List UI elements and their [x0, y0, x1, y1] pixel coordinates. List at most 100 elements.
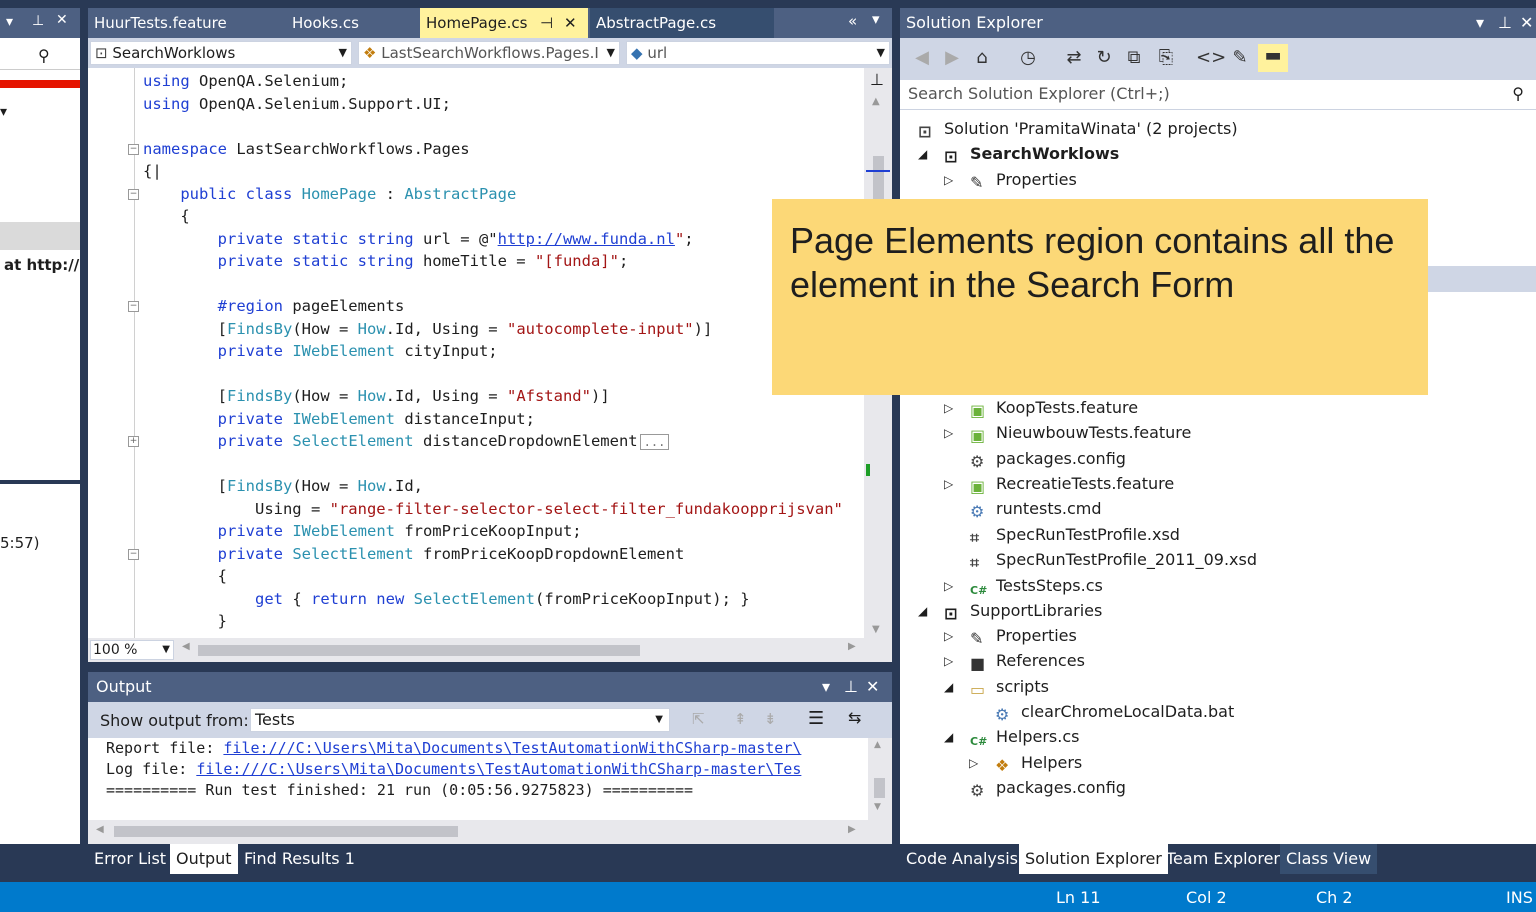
- scroll-thumb[interactable]: [874, 778, 885, 798]
- tab-team-explorer[interactable]: Team Explorer: [1160, 844, 1286, 874]
- member-combo[interactable]: ◆ url ▼: [626, 41, 890, 65]
- tree-node[interactable]: ⚙ runtests.cmd: [970, 496, 1102, 521]
- expanded-arrow-icon[interactable]: ◢: [944, 680, 953, 694]
- pin-icon[interactable]: ⊥: [1498, 8, 1512, 38]
- scroll-right-icon[interactable]: ▶: [848, 824, 856, 835]
- expanded-arrow-icon[interactable]: ◢: [918, 604, 927, 618]
- scroll-down-icon[interactable]: ▼: [872, 624, 880, 635]
- collapsed-arrow-icon[interactable]: ▷: [944, 629, 953, 643]
- fold-toggle-icon[interactable]: +: [128, 436, 139, 447]
- dropdown-icon[interactable]: ▾: [6, 14, 13, 30]
- log-file-link[interactable]: file:///C:\Users\Mita\Documents\TestAuto…: [196, 760, 801, 778]
- close-icon[interactable]: ✕: [56, 12, 68, 28]
- hscroll-thumb[interactable]: [114, 826, 458, 837]
- show-all-files-icon[interactable]: ⎘: [1154, 46, 1178, 70]
- split-icon[interactable]: ⊥: [870, 70, 884, 89]
- collapsed-arrow-icon[interactable]: ▷: [944, 173, 953, 187]
- tree-node[interactable]: ■ References: [970, 648, 1085, 673]
- tab-code-analysis[interactable]: Code Analysis: [900, 844, 1024, 874]
- scroll-up-icon[interactable]: ▲: [874, 740, 881, 750]
- expanded-arrow-icon[interactable]: ◢: [944, 730, 953, 744]
- tree-node[interactable]: ▣ RecreatieTests.feature: [970, 471, 1174, 496]
- tab-output[interactable]: Output: [170, 844, 238, 874]
- tree-node[interactable]: ▭ scripts: [970, 674, 1049, 699]
- collapsed-arrow-icon[interactable]: ▷: [944, 401, 953, 415]
- fold-toggle-icon[interactable]: −: [128, 143, 139, 155]
- find-message-icon[interactable]: ⇱: [692, 710, 705, 728]
- tab-homepage[interactable]: HomePage.cs ⊣ ✕: [420, 8, 588, 38]
- tree-node[interactable]: ⌗ SpecRunTestProfile.xsd: [970, 522, 1180, 547]
- close-icon[interactable]: ✕: [866, 672, 879, 702]
- expanded-arrow-icon[interactable]: ◢: [918, 147, 927, 161]
- solution-search-input[interactable]: Search Solution Explorer (Ctrl+;) ⚲: [900, 80, 1536, 110]
- tree-node[interactable]: C# Helpers.cs: [970, 724, 1079, 749]
- next-message-icon[interactable]: ⇟: [764, 710, 777, 728]
- refresh-icon[interactable]: ↻: [1092, 46, 1116, 70]
- view-code-icon[interactable]: <>: [1196, 46, 1226, 70]
- tree-node[interactable]: ✎ Properties: [970, 167, 1077, 192]
- collapse-all-icon[interactable]: ⧉: [1122, 46, 1146, 70]
- tree-node[interactable]: ❖ Helpers: [995, 750, 1082, 775]
- tree-node[interactable]: ⚙ packages.config: [970, 775, 1126, 800]
- close-tab-icon[interactable]: ✕: [564, 8, 577, 38]
- tree-node[interactable]: ✎ Properties: [970, 623, 1077, 648]
- word-wrap-icon[interactable]: ⇆: [848, 708, 861, 727]
- collapsed-arrow-icon[interactable]: ▷: [944, 654, 953, 668]
- scroll-left-icon[interactable]: ◀: [182, 641, 190, 652]
- pin-icon[interactable]: ⊣: [540, 8, 553, 38]
- report-file-link[interactable]: file:///C:\Users\Mita\Documents\TestAuto…: [223, 739, 801, 757]
- tree-node[interactable]: ⌗ SpecRunTestProfile_2011_09.xsd: [970, 547, 1257, 572]
- tab-find-results[interactable]: Find Results 1: [238, 844, 361, 874]
- tree-node[interactable]: ▣ KoopTests.feature: [970, 395, 1138, 420]
- selected-row[interactable]: [0, 222, 80, 250]
- tree-node[interactable]: C# TestsSteps.cs: [970, 573, 1103, 598]
- tab-huurtests[interactable]: HuurTests.feature: [88, 8, 284, 38]
- tab-class-view[interactable]: Class View: [1280, 844, 1378, 874]
- scroll-right-icon[interactable]: ▶: [848, 641, 856, 652]
- output-source-select[interactable]: Tests ▼: [250, 708, 670, 732]
- close-icon[interactable]: ✕: [1520, 8, 1533, 38]
- tree-node[interactable]: ⚙ packages.config: [970, 446, 1126, 471]
- left-search-box[interactable]: ⚲: [0, 42, 80, 70]
- pending-changes-icon[interactable]: ◷: [1016, 46, 1040, 70]
- dropdown-icon[interactable]: ▾: [822, 672, 830, 702]
- output-hscroll[interactable]: ◀ ▶: [88, 820, 892, 844]
- scroll-up-icon[interactable]: ▲: [872, 96, 880, 107]
- tab-menu-icon[interactable]: ▾: [872, 10, 880, 28]
- scroll-down-icon[interactable]: ▼: [874, 802, 881, 812]
- sync-icon[interactable]: ⇄: [1062, 46, 1086, 70]
- collapsed-arrow-icon[interactable]: ▷: [944, 426, 953, 440]
- pin-icon[interactable]: ⊥: [32, 13, 44, 29]
- project-combo[interactable]: ⊡ SearchWorklows ▼: [90, 41, 352, 65]
- preview-icon[interactable]: ▬: [1258, 44, 1288, 72]
- tab-hooks[interactable]: Hooks.cs: [286, 8, 418, 38]
- output-text[interactable]: Report file: file:///C:\Users\Mita\Docum…: [88, 738, 868, 820]
- tree-node[interactable]: ⚙ clearChromeLocalData.bat: [995, 699, 1234, 724]
- tree-node[interactable]: ⊡ SearchWorklows: [944, 141, 1119, 166]
- collapsed-arrow-icon[interactable]: ▷: [944, 579, 953, 593]
- fold-toggle-icon[interactable]: −: [128, 548, 139, 560]
- collapsed-arrow-icon[interactable]: ▷: [969, 756, 978, 770]
- pin-icon[interactable]: ⊥: [844, 672, 858, 702]
- prev-message-icon[interactable]: ⇞: [734, 710, 747, 728]
- fold-toggle-icon[interactable]: −: [128, 301, 139, 312]
- class-combo[interactable]: ❖ LastSearchWorkflows.Pages.I ▼: [358, 41, 620, 65]
- code-area[interactable]: using OpenQA.Selenium; using OpenQA.Selen…: [88, 68, 864, 642]
- home-icon[interactable]: ⌂: [970, 46, 994, 70]
- tree-node[interactable]: ▣ NieuwbouwTests.feature: [970, 420, 1191, 445]
- collapsed-arrow-icon[interactable]: ▷: [944, 477, 953, 491]
- hscroll-thumb[interactable]: [198, 645, 640, 656]
- zoom-combo[interactable]: 100 % ▼: [90, 640, 174, 660]
- splitter[interactable]: [0, 480, 80, 484]
- forward-icon[interactable]: ▶: [940, 46, 964, 70]
- tree-node[interactable]: ⊡ SupportLibraries: [944, 598, 1102, 623]
- horizontal-scrollbar[interactable]: 100 % ▼ ◀ ▶: [88, 638, 892, 662]
- tab-solution-explorer[interactable]: Solution Explorer: [1019, 844, 1168, 874]
- fold-toggle-icon[interactable]: −: [128, 188, 139, 200]
- tab-error-list[interactable]: Error List: [88, 844, 172, 874]
- clear-all-icon[interactable]: ☰: [808, 708, 824, 729]
- scroll-left-icon[interactable]: ◀: [96, 824, 104, 835]
- tab-overflow-icon[interactable]: «: [848, 12, 857, 30]
- output-vscroll[interactable]: ▲ ▼: [868, 738, 892, 820]
- tab-abstractpage[interactable]: AbstractPage.cs: [590, 8, 774, 38]
